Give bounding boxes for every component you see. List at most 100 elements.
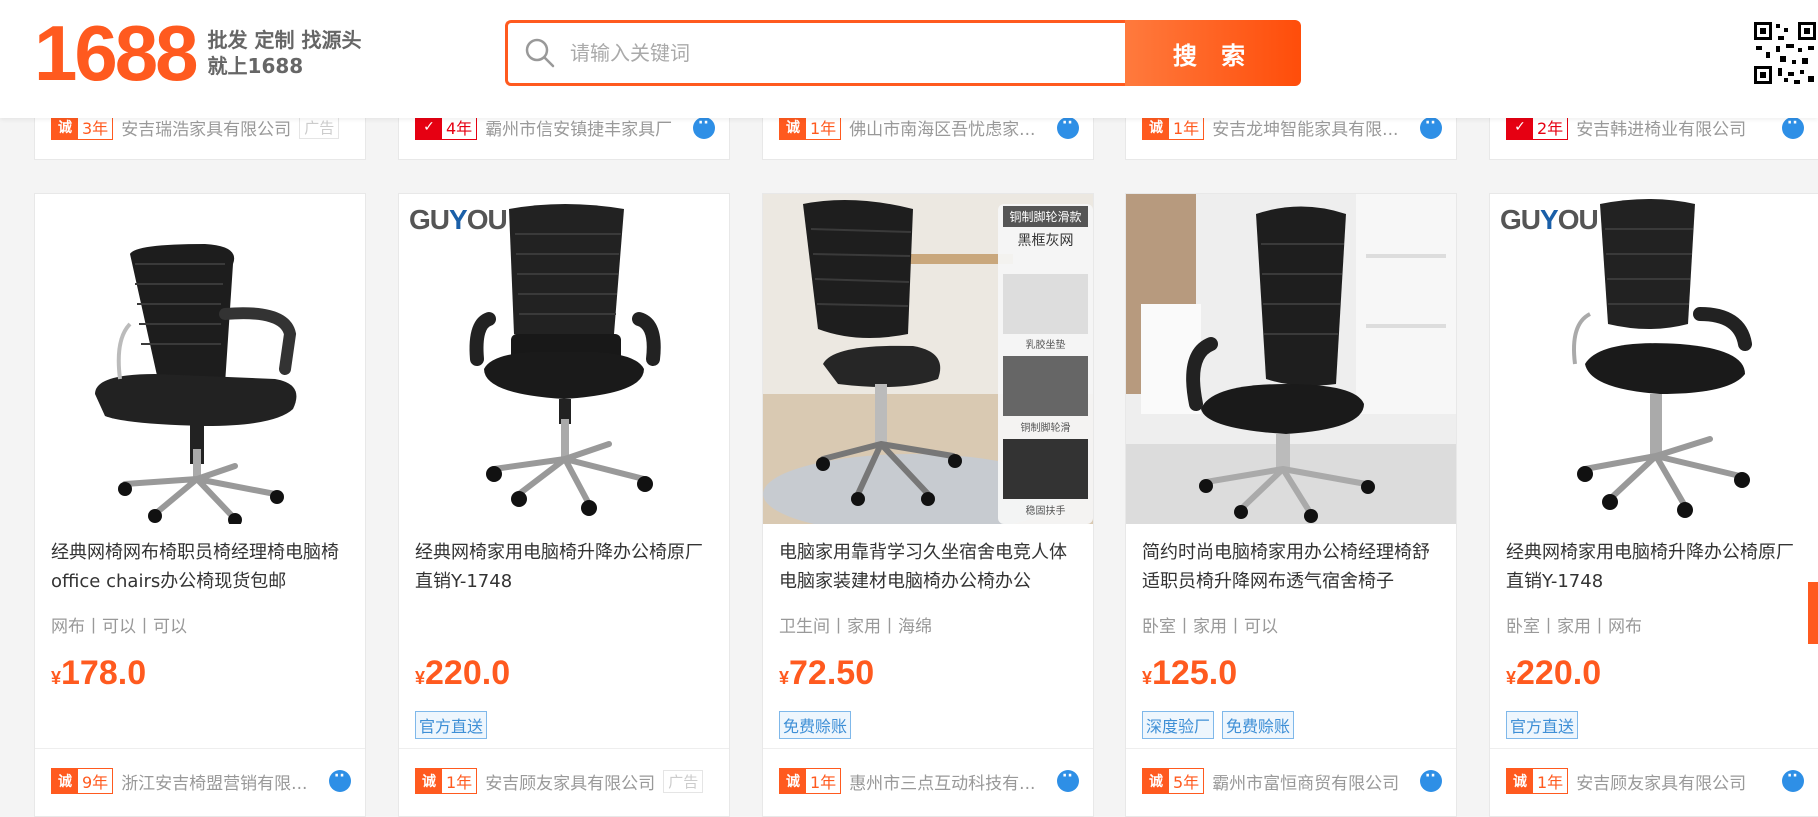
qr-code-image[interactable] xyxy=(1752,20,1818,86)
integrity-badge: 诚 1年 xyxy=(415,768,478,794)
currency-symbol: ¥ xyxy=(415,668,426,688)
shop-name[interactable]: 安吉顾友家具有限公司 xyxy=(485,769,655,794)
product-title[interactable]: 经典网椅家用电脑椅升降办公椅原厂直销Y-1748 xyxy=(415,538,715,596)
badge-years: 1年 xyxy=(442,769,477,793)
chat-icon[interactable] xyxy=(1057,115,1079,139)
verified-icon: ✓ xyxy=(1507,115,1533,139)
integrity-icon: 诚 xyxy=(780,115,806,139)
currency-symbol: ¥ xyxy=(1142,668,1153,688)
overlay-subtitle: 黑框灰网 xyxy=(1017,233,1074,249)
shop-name[interactable]: 佛山市南海区吾忧虑家... xyxy=(849,115,1035,140)
search-icon xyxy=(525,38,555,68)
product-card[interactable]: 铜制脚轮滑款 黑框灰网 乳胶坐垫 铜制脚轮滑 稳固扶手 电脑家用靠背学习久坐宿舍… xyxy=(762,193,1094,817)
price-value: 125.0 xyxy=(1152,654,1238,692)
integrity-badge: 诚 9年 xyxy=(51,768,114,794)
shop-name[interactable]: 浙江安吉椅盟营销有限... xyxy=(121,769,307,794)
chat-icon[interactable] xyxy=(1782,115,1804,139)
shop-name[interactable]: 安吉瑞浩家具有限公司 xyxy=(121,115,291,140)
price-value: 220.0 xyxy=(425,654,511,692)
product-props: 网布丨可以丨可以 xyxy=(51,617,187,637)
logo-text: 1688 xyxy=(34,9,199,97)
shop-name[interactable]: 霸州市富恒商贸有限公司 xyxy=(1212,769,1399,794)
overlay-label: 乳胶坐垫 xyxy=(1025,340,1066,351)
product-card[interactable]: 经典网椅网布椅职员椅经理椅电脑椅office chairs办公椅现货包邮 网布丨… xyxy=(34,193,366,817)
product-price: ¥125.0 xyxy=(1142,654,1237,693)
chat-icon[interactable] xyxy=(1782,768,1804,792)
product-image[interactable]: GUYOU xyxy=(399,194,729,524)
product-image[interactable] xyxy=(1126,194,1456,524)
shop-row[interactable]: 诚 9年 浙江安吉椅盟营销有限... xyxy=(51,766,307,796)
shop-name[interactable]: 安吉龙坤智能家具有限... xyxy=(1212,115,1398,140)
price-value: 220.0 xyxy=(1516,654,1602,692)
product-tags: 官方直送 xyxy=(415,711,488,739)
badge-years: 4年 xyxy=(442,115,477,139)
divider xyxy=(35,748,365,749)
integrity-badge: 诚 1年 xyxy=(1506,768,1569,794)
product-title[interactable]: 经典网椅家用电脑椅升降办公椅原厂直销Y-1748 xyxy=(1506,538,1806,596)
product-props: 卧室丨家用丨可以 xyxy=(1142,617,1278,637)
overlay-label: 铜制脚轮滑 xyxy=(1020,423,1071,434)
site-header: 1688 批发 定制 找源头 就上1688 搜 索 xyxy=(0,0,1818,118)
product-tags: 免费赊账 xyxy=(779,711,852,739)
integrity-icon: 诚 xyxy=(416,769,442,793)
service-tag: 免费赊账 xyxy=(1222,711,1295,739)
shop-name[interactable]: 惠州市三点互动科技有... xyxy=(849,769,1035,794)
product-image[interactable]: 铜制脚轮滑款 黑框灰网 乳胶坐垫 铜制脚轮滑 稳固扶手 xyxy=(763,194,1093,524)
product-price: ¥178.0 xyxy=(51,654,146,693)
slogan-line-1: 批发 定制 找源头 xyxy=(207,28,362,52)
product-image[interactable]: GUYOU xyxy=(1490,194,1818,524)
chat-icon[interactable] xyxy=(1420,768,1442,792)
divider xyxy=(1126,748,1456,749)
shop-row[interactable]: 诚 1年 安吉顾友家具有限公司 xyxy=(1506,766,1746,796)
product-tags: 官方直送 xyxy=(1506,711,1579,739)
product-card[interactable]: GUYOU 经典网椅家用电脑椅升降办公椅原厂直销Y-1748 ¥220.0 官方… xyxy=(398,193,730,817)
service-tag: 深度验厂 xyxy=(1142,711,1215,739)
integrity-icon: 诚 xyxy=(52,769,78,793)
price-value: 178.0 xyxy=(61,654,147,692)
product-card[interactable]: GUYOU 经典网椅家用电脑椅升降办公椅原厂直销Y-1748 卧室丨家用丨网布 … xyxy=(1489,193,1818,817)
product-image[interactable] xyxy=(35,194,365,524)
shop-row[interactable]: 诚 5年 霸州市富恒商贸有限公司 xyxy=(1142,766,1399,796)
slogan-line-2: 就上1688 xyxy=(207,54,304,78)
product-title[interactable]: 电脑家用靠背学习久坐宿舍电竞人体电脑家装建材电脑椅办公椅办公 xyxy=(779,538,1079,596)
divider xyxy=(1490,748,1818,749)
badge-years: 1年 xyxy=(806,115,841,139)
site-logo[interactable]: 1688 批发 定制 找源头 就上1688 xyxy=(34,14,361,92)
product-props: 卧室丨家用丨网布 xyxy=(1506,617,1642,637)
product-title[interactable]: 经典网椅网布椅职员椅经理椅电脑椅office chairs办公椅现货包邮 xyxy=(51,538,351,596)
product-price: ¥72.50 xyxy=(779,654,874,693)
currency-symbol: ¥ xyxy=(779,668,790,688)
product-title[interactable]: 简约时尚电脑椅家用办公椅经理椅舒适职员椅升降网布透气宿舍椅子 xyxy=(1142,538,1442,596)
badge-years: 2年 xyxy=(1533,115,1568,139)
search-input[interactable] xyxy=(570,41,1110,65)
product-props: 卫生间丨家用丨海绵 xyxy=(779,617,932,637)
chat-icon[interactable] xyxy=(1420,115,1442,139)
integrity-icon: 诚 xyxy=(1507,769,1533,793)
side-float-tab[interactable] xyxy=(1808,582,1818,644)
chat-icon[interactable] xyxy=(693,115,715,139)
badge-years: 3年 xyxy=(78,115,113,139)
shop-name[interactable]: 安吉韩进椅业有限公司 xyxy=(1576,115,1746,140)
product-card[interactable]: 简约时尚电脑椅家用办公椅经理椅舒适职员椅升降网布透气宿舍椅子 卧室丨家用丨可以 … xyxy=(1125,193,1457,817)
shop-name[interactable]: 霸州市信安镇捷丰家具厂 xyxy=(485,115,672,140)
shop-row[interactable]: 诚 1年 安吉顾友家具有限公司 广告 xyxy=(415,766,704,796)
search-field-container[interactable] xyxy=(505,20,1125,86)
badge-years: 1年 xyxy=(1169,115,1204,139)
ad-tag: 广告 xyxy=(299,115,340,139)
currency-symbol: ¥ xyxy=(1506,668,1517,688)
product-price: ¥220.0 xyxy=(415,654,510,693)
chat-icon[interactable] xyxy=(1057,768,1079,792)
shop-row[interactable]: 诚 1年 惠州市三点互动科技有... xyxy=(779,766,1035,796)
brand-logo: GUYOU xyxy=(409,204,508,235)
chat-icon[interactable] xyxy=(329,768,351,792)
verified-icon: ✓ xyxy=(416,115,442,139)
shop-name[interactable]: 安吉顾友家具有限公司 xyxy=(1576,769,1746,794)
product-price: ¥220.0 xyxy=(1506,654,1601,693)
overlay-title: 铜制脚轮滑款 xyxy=(1003,206,1088,227)
overlay-label: 稳固扶手 xyxy=(1025,506,1066,517)
price-value: 72.50 xyxy=(789,654,875,692)
badge-years: 9年 xyxy=(78,769,113,793)
ad-tag: 广告 xyxy=(663,769,704,793)
currency-symbol: ¥ xyxy=(51,668,62,688)
search-button[interactable]: 搜 索 xyxy=(1125,20,1301,86)
